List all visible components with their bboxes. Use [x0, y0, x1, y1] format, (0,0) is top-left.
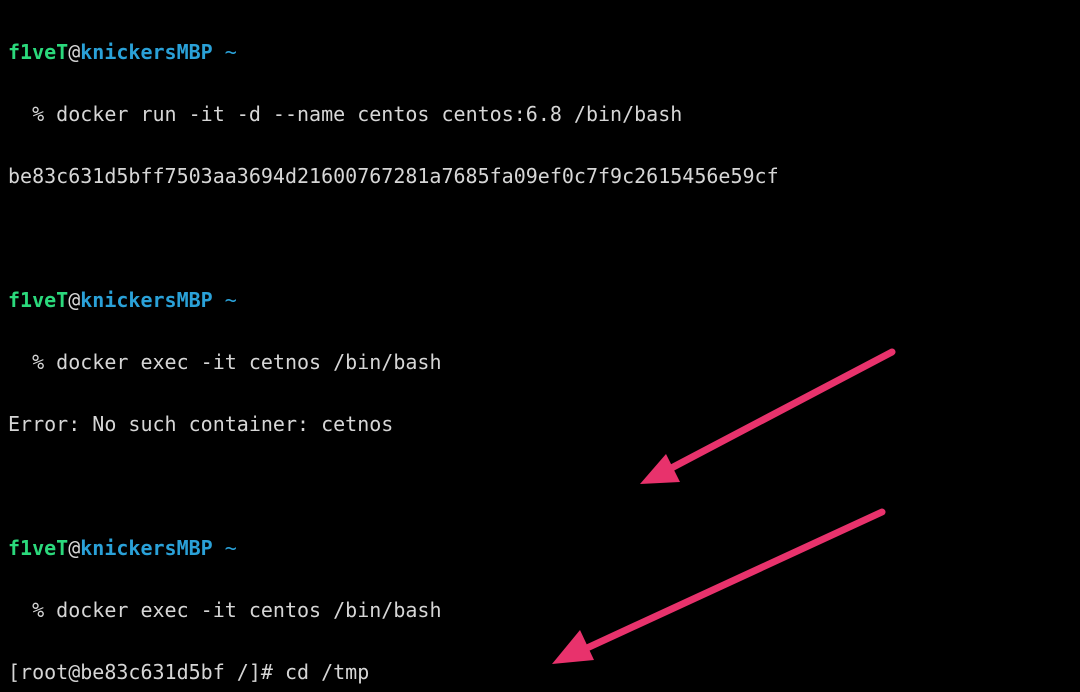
- blank-line: [8, 471, 1076, 502]
- prompt-user: f1veT: [8, 288, 68, 312]
- prompt-percent: %: [8, 350, 56, 374]
- command-line-1: % docker run -it -d --name centos centos…: [8, 99, 1076, 130]
- prompt-at: @: [68, 288, 80, 312]
- prompt-at: @: [68, 40, 80, 64]
- prompt-user: f1veT: [8, 40, 68, 64]
- prompt-percent: %: [8, 102, 56, 126]
- command-text: docker run -it -d --name centos centos:6…: [56, 102, 682, 126]
- terminal[interactable]: f1veT@knickersMBP ~ % docker run -it -d …: [0, 0, 1080, 692]
- prompt-path: ~: [213, 40, 237, 64]
- command-text: docker exec -it cetnos /bin/bash: [56, 350, 441, 374]
- command-line-2: % docker exec -it cetnos /bin/bash: [8, 347, 1076, 378]
- prompt-host: knickersMBP: [80, 288, 212, 312]
- prompt-line-3: f1veT@knickersMBP ~: [8, 533, 1076, 564]
- prompt-percent: %: [8, 598, 56, 622]
- blank-line: [8, 223, 1076, 254]
- root-prompt-cd: [root@be83c631d5bf /]# cd /tmp: [8, 657, 1076, 688]
- command-line-3: % docker exec -it centos /bin/bash: [8, 595, 1076, 626]
- prompt-line-2: f1veT@knickersMBP ~: [8, 285, 1076, 316]
- prompt-host: knickersMBP: [80, 536, 212, 560]
- prompt-path: ~: [213, 288, 237, 312]
- prompt-line-1: f1veT@knickersMBP ~: [8, 37, 1076, 68]
- command-text: docker exec -it centos /bin/bash: [56, 598, 441, 622]
- prompt-at: @: [68, 536, 80, 560]
- prompt-user: f1veT: [8, 536, 68, 560]
- prompt-path: ~: [213, 536, 237, 560]
- output-error: Error: No such container: cetnos: [8, 409, 1076, 440]
- output-container-id: be83c631d5bff7503aa3694d21600767281a7685…: [8, 161, 1076, 192]
- prompt-host: knickersMBP: [80, 40, 212, 64]
